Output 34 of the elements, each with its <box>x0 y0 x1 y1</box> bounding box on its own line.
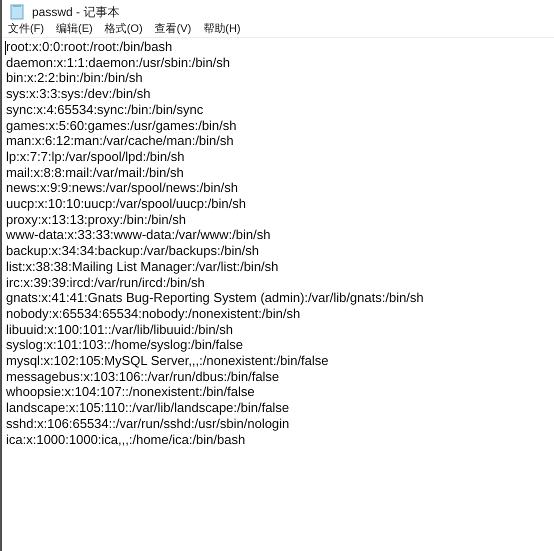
text-line: landscape:x:105:110::/var/lib/landscape:/bin/false <box>6 400 290 416</box>
text-line: messagebus:x:103:106::/var/run/dbus:/bin/false <box>6 368 280 384</box>
text-line: sys:x:3:3:sys:/dev:/bin/sh <box>6 86 151 102</box>
text-line: proxy:x:13:13:proxy:/bin:/bin/sh <box>6 212 186 228</box>
menu-item[interactable]: 格式(O) <box>104 24 143 35</box>
text-line: syslog:x:101:103::/home/syslog:/bin/false <box>6 337 244 354</box>
text-line: libuuid:x:100:101::/var/lib/libuuid:/bin/sh <box>6 322 233 338</box>
text-line: news:x:9:9:news:/var/spool/news:/bin/sh <box>6 180 238 196</box>
text-line: www-data:x:33:33:www-data:/var/www:/bin/sh <box>6 227 270 244</box>
text-line: irc:x:39:39:ircd:/var/run/ircd:/bin/sh <box>6 274 205 290</box>
text-line: ica:x:1000:1000:ica,,,:/home/ica:/bin/bash <box>6 432 246 448</box>
text-line: sync:x:4:65534:sync:/bin:/bin/sync <box>6 102 204 118</box>
text-line: mail:x:8:8:mail:/var/mail:/bin/sh <box>6 164 184 180</box>
window-title: passwd - 记事本 <box>32 4 120 21</box>
text-line: bin:x:2:2:bin:/bin:/bin/sh <box>6 70 143 86</box>
menu-item[interactable]: 文件(F) <box>8 24 44 35</box>
notepad-icon <box>10 4 24 20</box>
text-line: root:x:0:0:root:/root:/bin/bash <box>6 39 172 55</box>
text-line: whoopsie:x:104:107::/nonexistent:/bin/false <box>6 384 255 400</box>
text-line: gnats:x:41:41:Gnats Bug-Reporting System (admin):/var/lib/gnats:/bin/sh <box>6 290 424 306</box>
text-line: mysql:x:102:105:MySQL Server,,,:/nonexistent:/bin/false <box>6 353 329 369</box>
text-line: man:x:6:12:man:/var/cache/man:/bin/sh <box>6 133 234 149</box>
text-line: sshd:x:106:65534::/var/run/sshd:/usr/sbin/nologin <box>6 416 290 432</box>
menu-item[interactable]: 查看(V) <box>154 24 192 35</box>
text-line: uucp:x:10:10:uucp:/var/spool/uucp:/bin/sh <box>6 196 246 212</box>
text-line: nobody:x:65534:65534:nobody:/nonexistent:/bin/sh <box>6 306 300 322</box>
text-line: games:x:5:60:games:/usr/games:/bin/sh <box>6 118 237 134</box>
menu-item[interactable]: 帮助(H) <box>203 24 241 35</box>
text-line: list:x:38:38:Mailing List Manager:/var/list:/bin/sh <box>6 258 278 275</box>
text-line: backup:x:34:34:backup:/var/backups:/bin/sh <box>6 243 259 259</box>
text-cursor <box>5 41 6 55</box>
menu-item[interactable]: 编辑(E) <box>56 24 93 35</box>
text-line: daemon:x:1:1:daemon:/usr/sbin:/bin/sh <box>6 54 230 70</box>
text-line: lp:x:7:7:lp:/var/spool/lpd:/bin/sh <box>6 148 184 165</box>
